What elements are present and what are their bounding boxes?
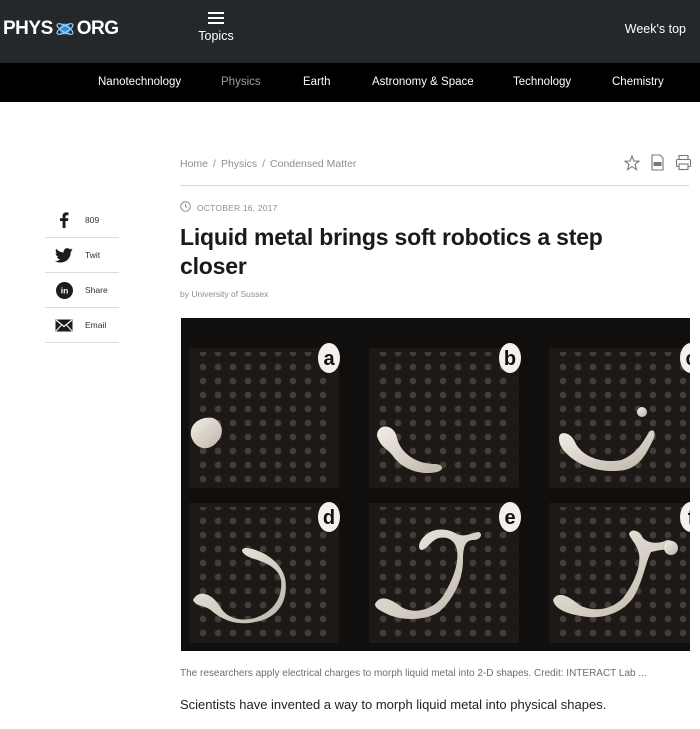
facebook-count: 809 xyxy=(85,215,100,225)
breadcrumb-physics[interactable]: Physics xyxy=(221,158,257,170)
globe-icon xyxy=(55,19,75,39)
panel-label-b: b xyxy=(499,343,521,373)
logo-text-right: ORG xyxy=(76,18,119,39)
article-date: OCTOBER 16, 2017 xyxy=(180,201,278,214)
email-label: Email xyxy=(85,320,107,330)
topics-label: Topics xyxy=(198,29,234,43)
date-text: OCTOBER 16, 2017 xyxy=(197,202,278,213)
article-byline: by University of Sussex xyxy=(180,289,269,299)
clock-icon xyxy=(180,201,191,214)
svg-text:in: in xyxy=(60,285,68,295)
top-bar: PHYS ORG Topics Week's top xyxy=(0,0,700,63)
star-icon[interactable] xyxy=(624,154,640,171)
facebook-icon xyxy=(53,211,75,229)
image-caption: The researchers apply electrical charges… xyxy=(180,668,647,679)
weeks-top-link[interactable]: Week's top xyxy=(625,22,686,36)
svg-text:b: b xyxy=(504,348,516,370)
panel-b xyxy=(369,348,519,488)
panel-label-a: a xyxy=(318,343,340,373)
print-icon[interactable] xyxy=(675,154,692,171)
article-tools xyxy=(624,154,692,171)
share-twitter[interactable]: Twit xyxy=(45,238,119,273)
linkedin-icon: in xyxy=(53,281,75,299)
pdf-icon[interactable] xyxy=(650,154,665,171)
breadcrumb: Home / Physics / Condensed Matter xyxy=(180,158,356,170)
breadcrumb-divider xyxy=(180,185,689,186)
article-title: Liquid metal brings soft robotics a step… xyxy=(180,224,603,279)
nav-item-astronomy-space[interactable]: Astronomy & Space xyxy=(372,76,474,88)
share-facebook[interactable]: 809 xyxy=(45,203,119,238)
nav-item-nanotechnology[interactable]: Nanotechnology xyxy=(98,76,181,88)
site-logo[interactable]: PHYS ORG xyxy=(3,16,119,42)
svg-text:d: d xyxy=(323,507,335,529)
panel-e xyxy=(369,503,519,643)
breadcrumb-separator: / xyxy=(262,158,266,170)
svg-text:c: c xyxy=(685,348,690,370)
nav-item-earth[interactable]: Earth xyxy=(303,76,331,88)
article-hero-image[interactable]: a b c d e f xyxy=(181,318,690,651)
svg-text:f: f xyxy=(688,507,690,529)
share-sidebar: 809 Twit in Share Email xyxy=(45,203,119,343)
category-nav: Nanotechnology Physics Earth Astronomy &… xyxy=(0,63,700,102)
email-icon xyxy=(53,316,75,334)
panel-f xyxy=(549,503,690,643)
topics-menu-button[interactable]: Topics xyxy=(196,10,236,43)
share-linkedin[interactable]: in Share xyxy=(45,273,119,308)
panel-d xyxy=(189,503,339,643)
nav-item-chemistry[interactable]: Chemistry xyxy=(612,76,664,88)
svg-text:e: e xyxy=(504,507,515,529)
panel-label-e: e xyxy=(499,502,521,532)
logo-text-left: PHYS xyxy=(3,18,53,39)
twitter-icon xyxy=(53,246,75,264)
breadcrumb-condensed-matter[interactable]: Condensed Matter xyxy=(270,158,356,170)
linkedin-label: Share xyxy=(85,285,108,295)
breadcrumb-separator: / xyxy=(213,158,216,170)
breadcrumb-home[interactable]: Home xyxy=(180,158,208,170)
nav-item-physics[interactable]: Physics xyxy=(221,76,261,88)
hamburger-icon xyxy=(208,12,224,24)
svg-text:a: a xyxy=(323,348,335,370)
share-email[interactable]: Email xyxy=(45,308,119,343)
panel-label-d: d xyxy=(318,502,340,532)
nav-item-technology[interactable]: Technology xyxy=(513,76,571,88)
twitter-label: Twit xyxy=(85,250,101,260)
article-lede: Scientists have invented a way to morph … xyxy=(180,697,607,712)
